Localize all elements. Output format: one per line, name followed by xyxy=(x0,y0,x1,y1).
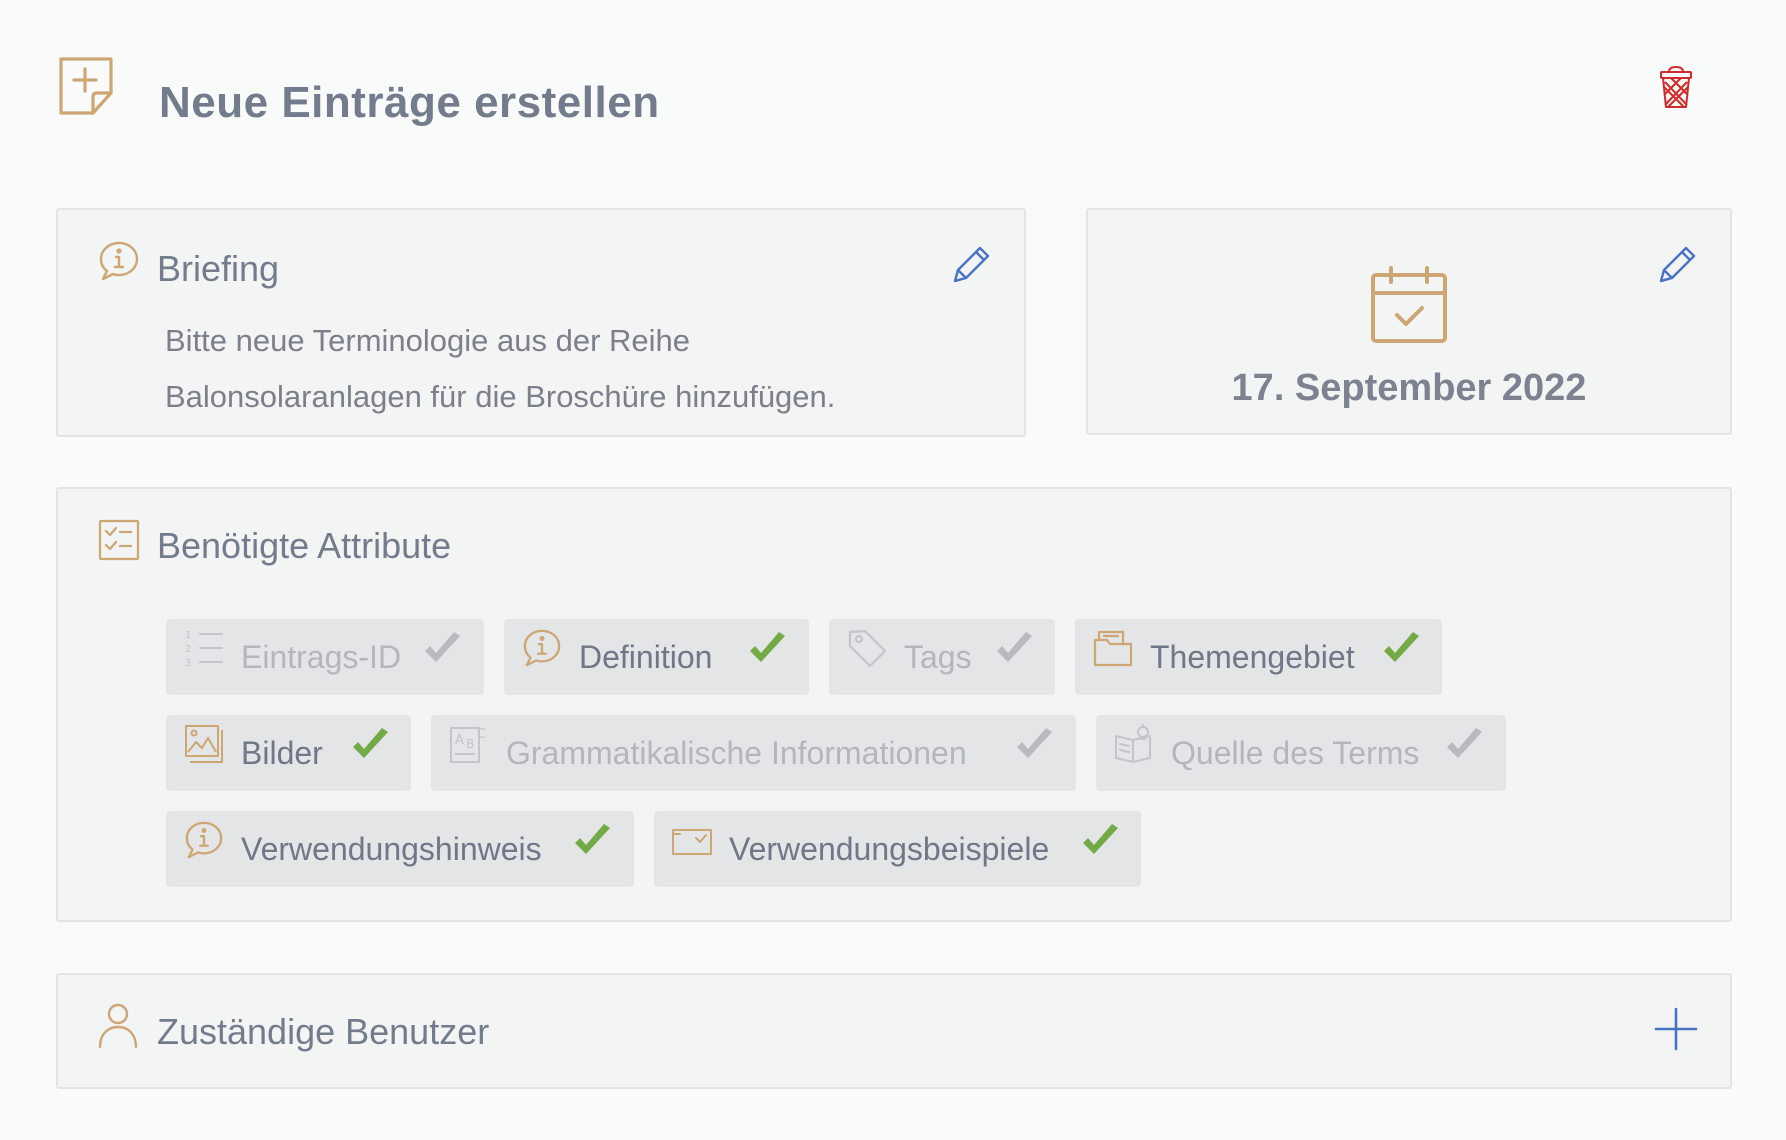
svg-text:A: A xyxy=(455,733,464,748)
note-add-icon xyxy=(59,57,113,115)
add-user-plus-icon[interactable] xyxy=(1654,1007,1698,1051)
briefing-line-2: Balonsolaranlagen für die Broschüre hinz… xyxy=(165,379,836,414)
edit-briefing-pencil-icon[interactable] xyxy=(949,243,993,287)
check-icon xyxy=(1083,824,1118,854)
svg-text:1: 1 xyxy=(185,630,191,641)
svg-text:B: B xyxy=(466,737,474,751)
chip-label: Grammatikalische Informationen xyxy=(506,735,967,771)
numbered-list-icon: 1 2 3 xyxy=(185,630,223,668)
images-icon xyxy=(185,725,223,763)
chip-label: Verwendungshinweis xyxy=(241,831,542,867)
page-title: Neue Einträge erstellen xyxy=(159,78,660,127)
chip-eintrags-id[interactable]: 1 2 3 Eintrags-ID xyxy=(166,619,484,695)
chip-quelle-des-terms[interactable]: Quelle des Terms xyxy=(1096,715,1506,791)
check-icon xyxy=(750,632,785,662)
briefing-card: Briefing Bitte neue Terminologie aus der… xyxy=(56,208,1026,437)
trash-icon[interactable] xyxy=(1659,65,1693,109)
info-bubble-icon xyxy=(523,629,561,667)
calendar-check-icon xyxy=(1371,266,1447,343)
users-card: Zuständige Benutzer xyxy=(56,973,1732,1089)
attributes-card: Benötigte Attribute 1 2 3 Eintrags-ID De… xyxy=(56,487,1732,922)
check-icon xyxy=(575,824,610,854)
grammar-icon: A B C xyxy=(450,727,486,763)
deadline-card: 17. September 2022 xyxy=(1086,208,1732,435)
chip-tags[interactable]: Tags xyxy=(829,619,1055,695)
chip-label: Eintrags-ID xyxy=(241,639,402,675)
briefing-title: Briefing xyxy=(157,248,280,289)
attributes-title: Benötigte Attribute xyxy=(157,525,452,566)
briefing-text: Bitte neue Terminologie aus der Reihe Ba… xyxy=(165,313,965,425)
check-icon xyxy=(425,632,460,662)
tag-icon xyxy=(848,629,887,668)
users-title: Zuständige Benutzer xyxy=(157,1011,490,1052)
chip-label: Themengebiet xyxy=(1150,639,1355,675)
checklist-icon xyxy=(98,519,140,561)
edit-date-pencil-icon[interactable] xyxy=(1655,243,1699,287)
info-bubble-icon xyxy=(99,241,139,281)
chip-grammatikalische-informationen[interactable]: A B C Grammatikalische Informationen xyxy=(431,715,1076,791)
chip-label: Tags xyxy=(904,639,972,675)
check-icon xyxy=(1447,728,1482,758)
svg-text:C: C xyxy=(477,727,486,742)
chip-label: Quelle des Terms xyxy=(1171,735,1420,771)
briefing-line-1: Bitte neue Terminologie aus der Reihe xyxy=(165,323,691,358)
check-icon xyxy=(997,632,1032,662)
chip-definition[interactable]: Definition xyxy=(504,619,809,695)
check-icon xyxy=(1384,632,1419,662)
chip-label: Bilder xyxy=(241,735,323,771)
chip-label: Definition xyxy=(579,639,713,675)
chip-bilder[interactable]: Bilder xyxy=(166,715,411,791)
info-bubble-icon xyxy=(185,821,223,859)
check-icon xyxy=(353,728,388,758)
book-idea-icon xyxy=(1115,724,1151,763)
chip-label: Verwendungsbeispiele xyxy=(729,831,1050,867)
svg-text:3: 3 xyxy=(185,658,191,668)
deadline-date: 17. September 2022 xyxy=(1231,367,1587,409)
chip-themengebiet[interactable]: Themengebiet xyxy=(1075,619,1442,695)
chip-verwendungsbeispiele[interactable]: Verwendungsbeispiele xyxy=(654,811,1141,887)
check-icon xyxy=(1017,728,1052,758)
user-icon xyxy=(98,1003,138,1049)
chip-verwendungshinweis[interactable]: Verwendungshinweis xyxy=(166,811,634,887)
example-icon xyxy=(672,829,712,855)
folder-icon xyxy=(1093,630,1133,667)
svg-text:2: 2 xyxy=(185,644,191,655)
